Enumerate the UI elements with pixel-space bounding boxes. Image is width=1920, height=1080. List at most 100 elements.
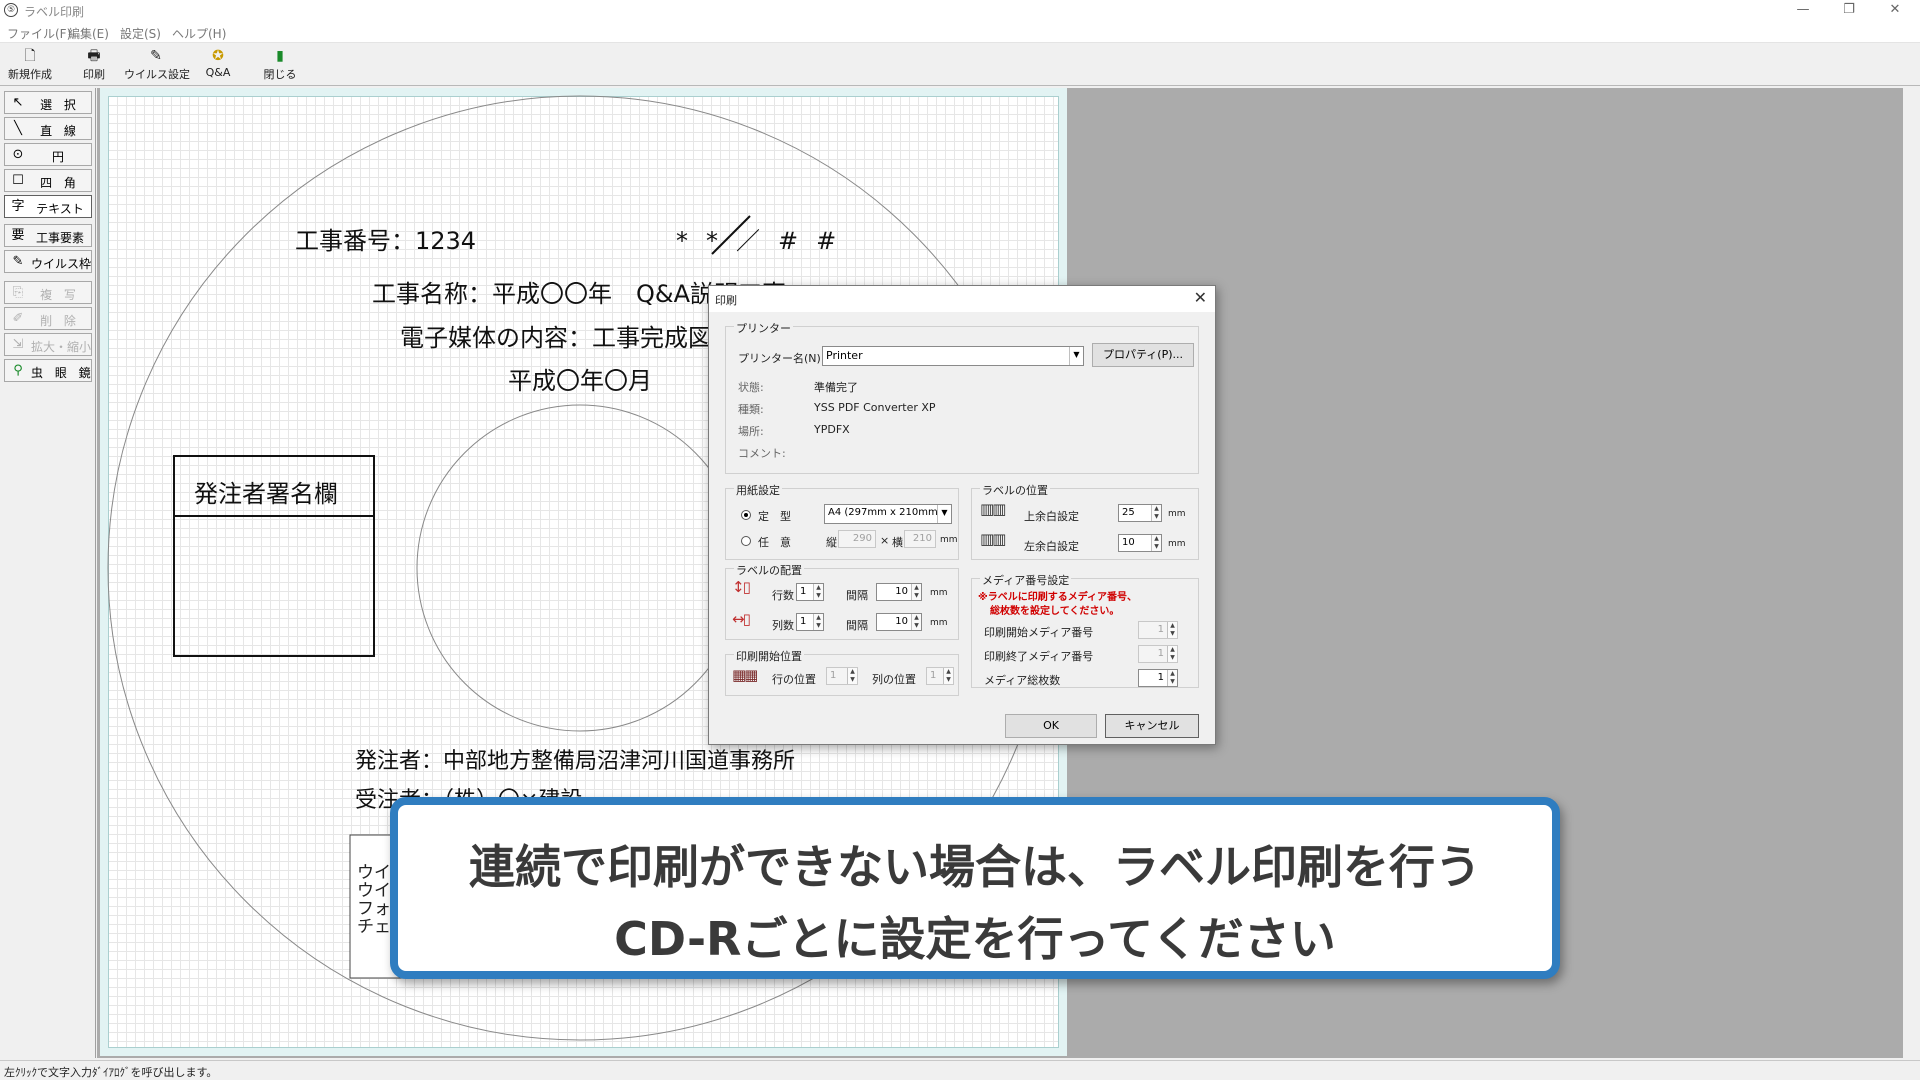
custom-width-field[interactable]: 210 bbox=[904, 530, 936, 548]
print-button[interactable]: 🖶 印刷 bbox=[72, 46, 116, 84]
type-label: 種類: bbox=[738, 403, 764, 416]
construction-element-icon: 要 bbox=[11, 228, 25, 243]
client-text[interactable]: 発注者：中部地方整備局沼津河川国道事務所 bbox=[355, 743, 795, 775]
paper-size-select[interactable]: A4 (297mm x 210mm) ▼ bbox=[824, 504, 952, 524]
date-mark[interactable]: **／## bbox=[676, 221, 854, 256]
rows-value: 1 bbox=[800, 586, 807, 597]
left-margin-input[interactable]: 10 ▲ ▼ bbox=[1118, 534, 1162, 552]
qa-button[interactable]: ✪ Q&A bbox=[198, 46, 238, 84]
virus-frame-icon: ✎ bbox=[12, 254, 24, 269]
tool-delete[interactable]: ✐ 削 除 bbox=[4, 307, 92, 330]
properties-button[interactable]: プロパティ(P)... bbox=[1092, 343, 1194, 367]
new-file-button[interactable]: 🗋 新規作成 bbox=[5, 46, 55, 84]
top-margin-value: 25 bbox=[1122, 507, 1135, 518]
row-gap-input[interactable]: 10 ▲ ▼ bbox=[876, 583, 922, 601]
tool-circle[interactable]: ⊙ 円 bbox=[4, 143, 92, 166]
minimize-button[interactable]: — bbox=[1780, 0, 1826, 22]
app-icon: ⑤ bbox=[4, 3, 18, 17]
label-position-label: ラベルの位置 bbox=[980, 482, 1050, 498]
media-start-value: 1 bbox=[1157, 624, 1164, 635]
tool-construction-element-label: 工事要素 bbox=[35, 231, 84, 245]
dialog-close-icon[interactable]: ✕ bbox=[1194, 288, 1207, 307]
close-window-button[interactable]: ✕ bbox=[1872, 0, 1918, 22]
cursor-icon: ↖ bbox=[12, 95, 24, 110]
signature-box-title[interactable]: 発注者署名欄 bbox=[194, 474, 338, 509]
spin-arrows-icon: ▲ ▼ bbox=[813, 584, 823, 600]
custom-height-field[interactable]: 290 bbox=[838, 530, 876, 548]
times-sign: × bbox=[880, 534, 890, 547]
tool-text[interactable]: 字テキスト bbox=[4, 195, 92, 218]
custom-size-label: 任 意 bbox=[758, 536, 791, 549]
tool-select[interactable]: ↖ 選 択 bbox=[4, 91, 92, 114]
col-gap-input[interactable]: 10 ▲ ▼ bbox=[876, 613, 922, 631]
tool-line-label: 直 線 bbox=[40, 124, 80, 138]
new-file-icon: 🗋 bbox=[24, 48, 36, 64]
cancel-button[interactable]: キャンセル bbox=[1105, 714, 1199, 738]
menu-settings[interactable]: 設定(S) bbox=[120, 25, 161, 42]
exit-door-icon: ▮ bbox=[276, 48, 284, 64]
top-margin-label: 上余白設定 bbox=[1024, 510, 1079, 523]
top-margin-input[interactable]: 25 ▲ ▼ bbox=[1118, 504, 1162, 522]
restore-button[interactable]: ❐ bbox=[1826, 0, 1872, 22]
media-end-input[interactable]: 1 ▲ ▼ bbox=[1138, 645, 1178, 663]
construction-number[interactable]: 工事番号：1234 bbox=[295, 221, 476, 256]
qa-icon: ✪ bbox=[212, 48, 224, 64]
tool-line[interactable]: ╲ 直 線 bbox=[4, 117, 92, 140]
tool-virus-frame[interactable]: ✎ ウイルス枠 bbox=[4, 250, 92, 273]
virus-check-line: ウイ bbox=[357, 881, 391, 901]
media-start-input[interactable]: 1 ▲ ▼ bbox=[1138, 621, 1178, 639]
caption-line-2: CD-Rごとに設定を行ってください bbox=[614, 912, 1336, 966]
cd-inner-circle bbox=[416, 404, 744, 732]
top-margin-icon: ▥▥ bbox=[980, 500, 1006, 518]
construction-date[interactable]: 平成〇年〇月 bbox=[508, 361, 652, 396]
virus-settings-button[interactable]: ✎ ウイルス設定 bbox=[124, 46, 190, 84]
tool-rectangle[interactable]: ☐ 四 角 bbox=[4, 169, 92, 192]
title-bar: ⑤ ラベル印刷 — ❐ ✕ bbox=[0, 0, 1920, 22]
vertical-scrollbar[interactable] bbox=[1903, 88, 1920, 1058]
rows-icon: ↕▯ bbox=[732, 578, 751, 596]
mm-unit: mm bbox=[1168, 509, 1186, 519]
menu-edit[interactable]: 編集(E) bbox=[68, 25, 109, 42]
printer-icon: 🖶 bbox=[87, 48, 101, 64]
exit-button[interactable]: ▮ 閉じる bbox=[258, 46, 302, 84]
spin-arrows-icon: ▲ ▼ bbox=[911, 614, 921, 630]
rows-input[interactable]: 1 ▲ ▼ bbox=[796, 583, 824, 601]
tool-magnifier-label: 虫 眼 鏡 bbox=[31, 366, 95, 380]
col-position-input[interactable]: 1 ▲ ▼ bbox=[926, 667, 954, 685]
printer-name-label: プリンター名(N): bbox=[738, 352, 825, 365]
media-start-label: 印刷開始メディア番号 bbox=[984, 626, 1094, 639]
chevron-down-icon: ▼ bbox=[937, 505, 951, 523]
cols-input[interactable]: 1 ▲ ▼ bbox=[796, 613, 824, 631]
tool-rectangle-label: 四 角 bbox=[40, 176, 80, 190]
spin-arrows-icon: ▲ ▼ bbox=[813, 614, 823, 630]
tool-copy[interactable]: ⎘ 複 写 bbox=[4, 281, 92, 304]
custom-size-radio[interactable] bbox=[741, 536, 751, 546]
menu-help[interactable]: ヘルプ(H) bbox=[172, 25, 226, 42]
fixed-size-radio[interactable] bbox=[741, 510, 751, 520]
media-number-label: メディア番号設定 bbox=[980, 572, 1072, 588]
media-note-line1: ※ラベルに印刷するメディア番号、 bbox=[978, 592, 1138, 603]
left-margin-value: 10 bbox=[1122, 537, 1135, 548]
tool-resize[interactable]: ⇲ 拡大・縮小 bbox=[4, 333, 92, 356]
menu-file[interactable]: ファイル(F) bbox=[7, 25, 71, 42]
tool-construction-element[interactable]: 要工事要素 bbox=[4, 224, 92, 247]
height-label: 縦 bbox=[826, 536, 837, 549]
spin-arrows-icon: ▲ ▼ bbox=[1167, 646, 1177, 662]
rows-label: 行数 bbox=[772, 589, 794, 602]
media-total-input[interactable]: 1 ▲ ▼ bbox=[1138, 669, 1178, 687]
dialog-title: 印刷 bbox=[715, 294, 737, 307]
row-position-input[interactable]: 1 ▲ ▼ bbox=[826, 667, 858, 685]
row-gap-value: 10 bbox=[895, 586, 908, 597]
mm-unit: mm bbox=[930, 588, 948, 598]
virus-settings-label: ウイルス設定 bbox=[124, 68, 190, 81]
tool-magnifier[interactable]: ⚲ 虫 眼 鏡 bbox=[4, 359, 92, 382]
tool-resize-label: 拡大・縮小 bbox=[31, 340, 92, 354]
printer-name-select[interactable]: Printer ▼ bbox=[822, 346, 1084, 366]
media-content[interactable]: 電子媒体の内容：工事完成図 bbox=[400, 318, 712, 353]
ok-button[interactable]: OK bbox=[1005, 714, 1097, 738]
row-position-label: 行の位置 bbox=[772, 673, 816, 686]
tool-select-label: 選 択 bbox=[40, 98, 80, 112]
col-gap-label: 間隔 bbox=[846, 619, 868, 632]
copy-icon: ⎘ bbox=[12, 285, 24, 300]
printer-group-label: プリンター bbox=[734, 320, 793, 336]
